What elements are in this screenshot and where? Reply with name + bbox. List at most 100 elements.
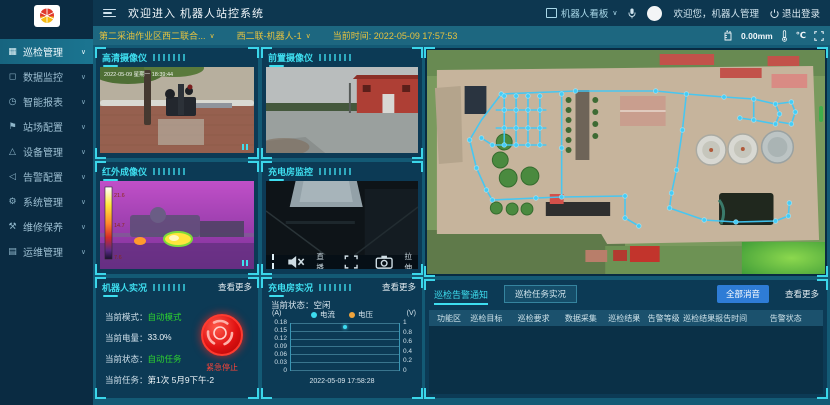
pause-button[interactable] — [272, 253, 276, 269]
panel-title: 红外成像仪 — [102, 165, 147, 178]
sidebar-item-icon: △ — [7, 146, 18, 157]
tab-alarm-notice[interactable]: 巡检告警通知 — [434, 288, 488, 301]
logout-button[interactable]: 退出登录 — [770, 6, 820, 20]
current-series-dot — [311, 312, 317, 318]
sidebar: ▦ 巡检管理 ∨ ◻ 数据监控 ∨ ◷ 智能报表 ∨ ⚑ 站场配置 ∨ — [0, 0, 93, 405]
sidebar-item[interactable]: ◷ 智能报表 ∨ — [0, 89, 93, 114]
ir-camera-video[interactable]: 21.6 14.7 7.6 — [100, 181, 254, 269]
thermometer-icon — [781, 30, 788, 42]
sidebar-item-label: 系统管理 — [23, 194, 63, 209]
sidebar-item-label: 维修保养 — [23, 219, 63, 234]
table-column-header: 告警等级 — [646, 313, 681, 324]
chevron-down-icon: ∨ — [81, 73, 86, 81]
panel-title: 充电房实况 — [268, 281, 313, 294]
sidebar-item[interactable]: ⚒ 维修保养 ∨ — [0, 214, 93, 239]
x-axis-label: 2022-05-09 17:58:28 — [266, 378, 418, 385]
power-icon — [770, 9, 779, 18]
title-deco-bars — [319, 168, 353, 175]
muted-speaker-icon[interactable] — [283, 255, 309, 269]
right-axis-ticks: 10.80.60.40.20 — [401, 323, 418, 371]
sidebar-item-icon: ◷ — [7, 96, 18, 107]
view-more-link[interactable]: 查看更多 — [785, 288, 819, 300]
panel-title: 机器人实况 — [102, 281, 147, 294]
robot-select[interactable]: 西二联-机器人-1 ∨ — [237, 29, 311, 42]
sidebar-item[interactable]: ▦ 巡检管理 ∨ — [0, 39, 93, 64]
rainfall-value: 0.00mm — [741, 31, 773, 41]
sidebar-item[interactable]: ⚙ 系统管理 ∨ — [0, 189, 93, 214]
snapshot-camera-icon[interactable] — [371, 255, 397, 269]
ir-color-scale — [105, 187, 112, 259]
sidebar-item[interactable]: ◁ 告警配置 ∨ — [0, 164, 93, 189]
sub-header: 第二采油作业区西二联合... ∨ 西二联-机器人-1 ∨ 当前时间: 2022-… — [93, 26, 830, 45]
charge-chart: (A) (V) 电流 电压 0.180.150.120.090.060.030 … — [266, 310, 418, 394]
charge-room-camera-panel: 充电房监控 直播 — [262, 162, 422, 274]
chevron-down-icon: ∨ — [306, 32, 311, 40]
chevron-down-icon: ∨ — [81, 223, 86, 231]
company-logo — [34, 5, 60, 27]
sidebar-item-label: 数据监控 — [23, 69, 63, 84]
sidebar-item-icon: ▤ — [7, 246, 18, 257]
current-time: 当前时间: 2022-05-09 17:57:53 — [333, 29, 458, 42]
area-select-value: 第二采油作业区西二联合... — [99, 29, 206, 42]
microphone-icon[interactable] — [628, 8, 636, 19]
view-more-link[interactable]: 查看更多 — [218, 281, 252, 293]
hamburger-menu-icon[interactable] — [103, 9, 116, 18]
table-column-header: 功能区 — [429, 313, 468, 324]
temperature-unit: ℃ — [796, 30, 806, 41]
charge-live-panel: 充电房实况 查看更多 当前状态：空闲 (A) (V) 电流 电压 0.180.1… — [262, 278, 422, 398]
tab-task-live[interactable]: 巡检任务实况 — [504, 285, 577, 303]
sidebar-item[interactable]: ◻ 数据监控 ∨ — [0, 64, 93, 89]
fullscreen-icon[interactable] — [814, 31, 824, 41]
area-select[interactable]: 第二采油作业区西二联合... ∨ — [99, 29, 215, 42]
robot-battery-value: 33.0% — [148, 332, 172, 344]
video-control-bar: 直播 拉伸 — [266, 255, 418, 269]
robot-task-value: 第1次 5月9下午-2 — [148, 374, 215, 386]
sidebar-item-label: 智能报表 — [23, 94, 63, 109]
sidebar-item[interactable]: ⚑ 站场配置 ∨ — [0, 114, 93, 139]
chevron-down-icon: ∨ — [81, 148, 86, 156]
charge-room-video[interactable]: 直播 拉伸 — [266, 181, 418, 269]
chevron-down-icon: ∨ — [81, 48, 86, 56]
petrochina-logo-icon — [37, 7, 57, 25]
kanban-dropdown[interactable]: 机器人看板 ∨ — [546, 6, 618, 20]
alarm-tabs: 巡检告警通知 巡检任务实况 全部消音 查看更多 — [434, 285, 819, 303]
front-camera-video[interactable] — [266, 67, 418, 153]
welcome-text: 欢迎您，机器人管理 — [673, 6, 759, 20]
sidebar-item-icon: ◁ — [7, 171, 18, 182]
panel-title: 高清摄像仪 — [102, 51, 147, 64]
sidebar-item[interactable]: ▤ 运维管理 ∨ — [0, 239, 93, 264]
sidebar-item-label: 站场配置 — [23, 119, 63, 134]
map-zoom-slider[interactable] — [819, 106, 823, 122]
mute-all-button[interactable]: 全部消音 — [717, 285, 769, 303]
aerial-map-image — [427, 50, 825, 274]
title-deco-bars — [319, 284, 353, 291]
robot-mode-value: 自动模式 — [148, 311, 182, 323]
sidebar-item-icon: ⚑ — [7, 121, 18, 132]
robot-live-panel: 机器人实况 查看更多 当前模式：自动模式 当前电量：33.0% 当前状态：自动任… — [96, 278, 258, 398]
chevron-down-icon: ∨ — [81, 173, 86, 181]
camera-timestamp-overlay: 2022-05-09 星期一 18:39:44 — [104, 71, 173, 78]
table-column-header: 巡检要求 — [516, 313, 563, 324]
stretch-label: 拉伸 — [404, 251, 412, 269]
logout-label: 退出登录 — [782, 6, 820, 20]
hd-camera-video[interactable]: 2022-05-09 星期一 18:39:44 — [100, 67, 254, 153]
fullscreen-icon[interactable] — [338, 255, 364, 269]
top-header: 欢迎进入 机器人站控系统 机器人看板 ∨ 欢迎您，机器人管理 退出登录 — [93, 0, 830, 26]
aerial-map[interactable] — [427, 50, 825, 274]
chevron-down-icon: ∨ — [612, 9, 617, 17]
robot-status-value: 自动任务 — [148, 353, 182, 365]
user-avatar[interactable] — [647, 6, 662, 21]
sidebar-item-label: 巡检管理 — [23, 44, 63, 59]
table-column-header: 巡检目标 — [468, 313, 515, 324]
chevron-down-icon: ∨ — [81, 248, 86, 256]
table-column-header: 巡检结果 — [606, 313, 645, 324]
page-title: 欢迎进入 机器人站控系统 — [128, 5, 264, 21]
ir-scale-max: 21.6 — [114, 193, 125, 199]
view-more-link[interactable]: 查看更多 — [382, 281, 416, 293]
sidebar-item-icon: ⚙ — [7, 196, 18, 207]
ir-scale-min: 7.6 — [114, 255, 122, 261]
chevron-down-icon: ∨ — [81, 98, 86, 106]
emergency-stop-button[interactable]: 紧急停止 — [196, 314, 248, 373]
sidebar-item[interactable]: △ 设备管理 ∨ — [0, 139, 93, 164]
charge-room-frame — [266, 181, 418, 255]
